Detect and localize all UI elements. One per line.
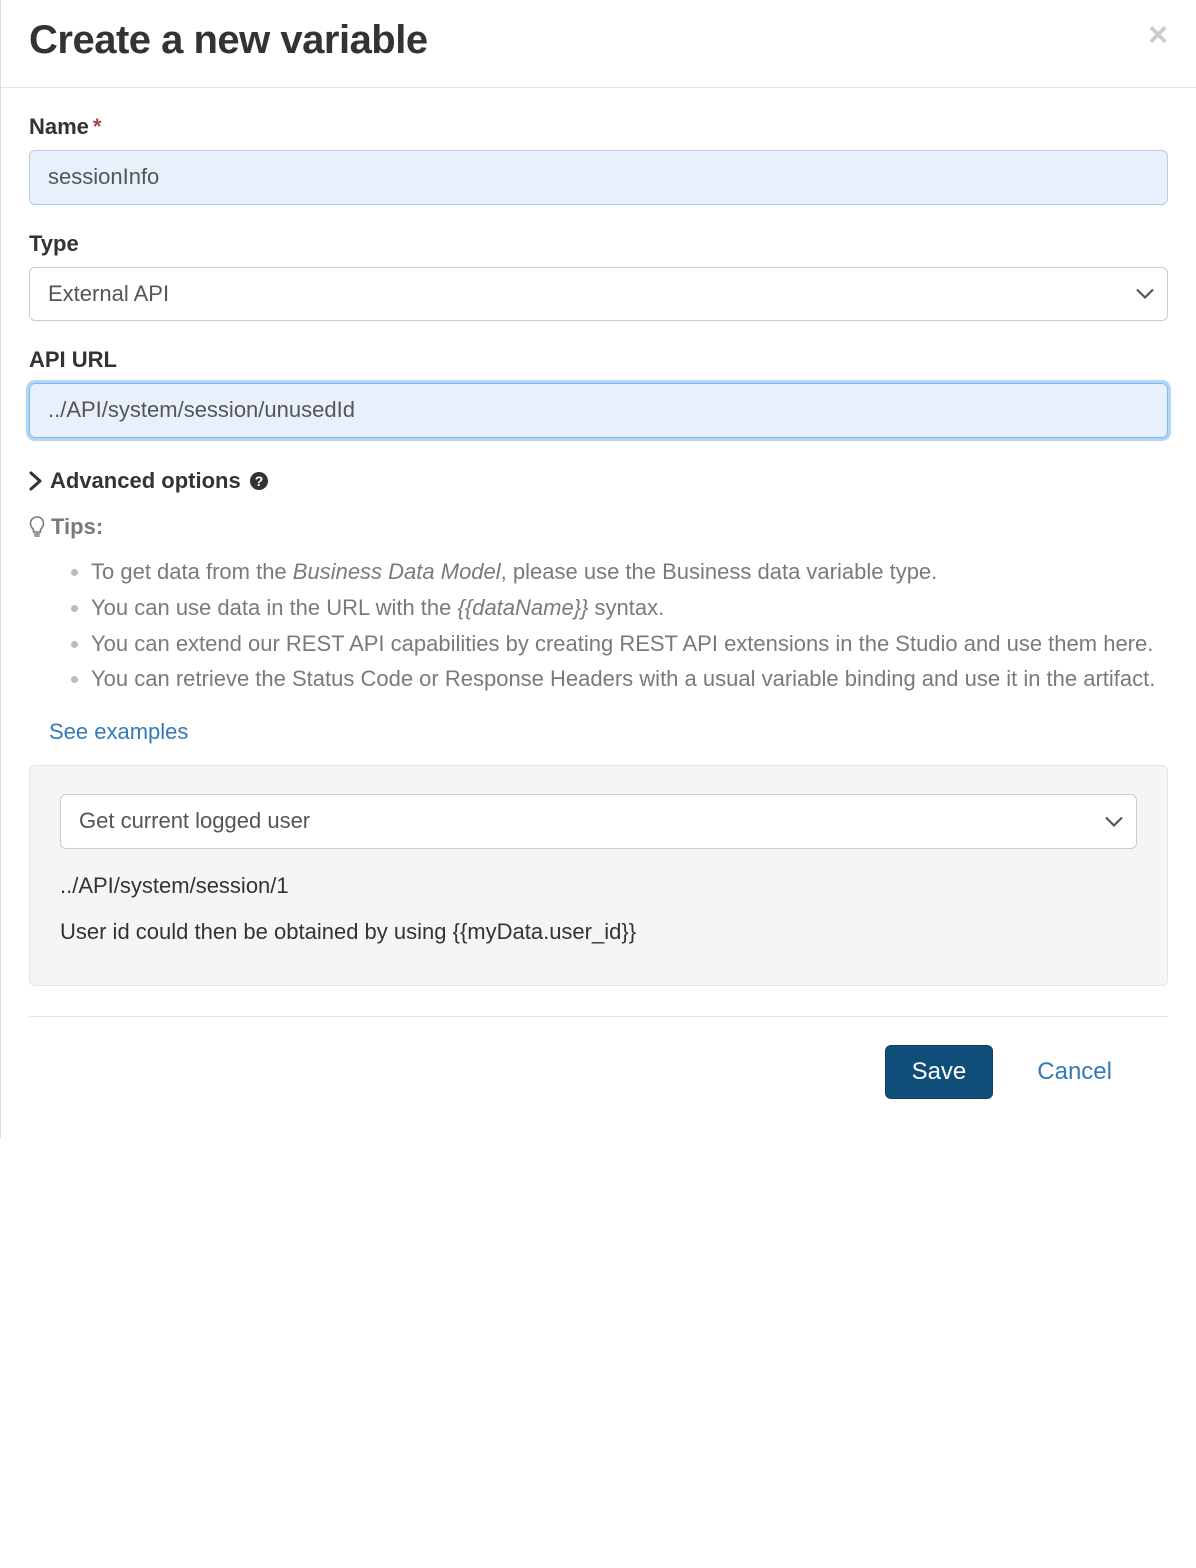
- tip-item: To get data from the Business Data Model…: [91, 556, 1168, 588]
- example-select[interactable]: Get current logged user: [60, 794, 1137, 849]
- tip-text: syntax.: [588, 595, 664, 620]
- apiurl-label: API URL: [29, 347, 1168, 373]
- chevron-right-icon: [29, 471, 42, 491]
- modal-body: Name* Type External API API URL Ad: [1, 88, 1196, 1139]
- tip-item: You can extend our REST API capabilities…: [91, 628, 1168, 660]
- advanced-options-label: Advanced options: [50, 468, 241, 494]
- advanced-options-toggle[interactable]: Advanced options ?: [29, 468, 1168, 494]
- tip-text: You can retrieve the Status Code or Resp…: [91, 666, 1155, 691]
- modal-header: Create a new variable ×: [1, 0, 1196, 88]
- type-group: Type External API: [29, 231, 1168, 322]
- example-url: ../API/system/session/1: [60, 873, 1137, 899]
- tip-text: You can use data in the URL with the: [91, 595, 458, 620]
- examples-panel: Get current logged user ../API/system/se…: [29, 765, 1168, 986]
- name-group: Name*: [29, 114, 1168, 205]
- modal-title: Create a new variable: [29, 18, 428, 63]
- tip-text: , please use the Business data variable …: [501, 559, 938, 584]
- name-label-text: Name: [29, 114, 89, 139]
- example-select-wrap: Get current logged user: [60, 794, 1137, 849]
- tip-text: To get data from the: [91, 559, 293, 584]
- type-select[interactable]: External API: [29, 267, 1168, 322]
- type-select-wrap: External API: [29, 267, 1168, 322]
- svg-text:?: ?: [254, 473, 263, 489]
- close-icon: ×: [1148, 16, 1168, 54]
- name-input[interactable]: [29, 150, 1168, 205]
- close-button[interactable]: ×: [1148, 18, 1168, 52]
- example-note: User id could then be obtained by using …: [60, 919, 1137, 945]
- tips-heading-row: Tips:: [29, 514, 1168, 540]
- tips-list: To get data from the Business Data Model…: [29, 556, 1168, 696]
- tip-item: You can use data in the URL with the {{d…: [91, 592, 1168, 624]
- cancel-button[interactable]: Cancel: [1037, 1058, 1168, 1086]
- see-examples-link[interactable]: See examples: [49, 719, 188, 745]
- tips-heading: Tips:: [51, 514, 103, 540]
- tip-text: You can extend our REST API capabilities…: [91, 631, 1153, 656]
- tip-item: You can retrieve the Status Code or Resp…: [91, 663, 1168, 695]
- name-label: Name*: [29, 114, 1168, 140]
- type-label: Type: [29, 231, 1168, 257]
- modal-footer: Save Cancel: [29, 1016, 1168, 1139]
- apiurl-group: API URL: [29, 347, 1168, 438]
- save-button[interactable]: Save: [885, 1045, 994, 1099]
- lightbulb-icon: [29, 516, 45, 538]
- apiurl-input[interactable]: [29, 383, 1168, 438]
- question-circle-icon[interactable]: ?: [249, 471, 269, 491]
- tip-emphasis: {{dataName}}: [458, 595, 589, 620]
- tip-emphasis: Business Data Model: [293, 559, 501, 584]
- required-star: *: [93, 114, 102, 139]
- create-variable-modal: Create a new variable × Name* Type Exter…: [0, 0, 1196, 1139]
